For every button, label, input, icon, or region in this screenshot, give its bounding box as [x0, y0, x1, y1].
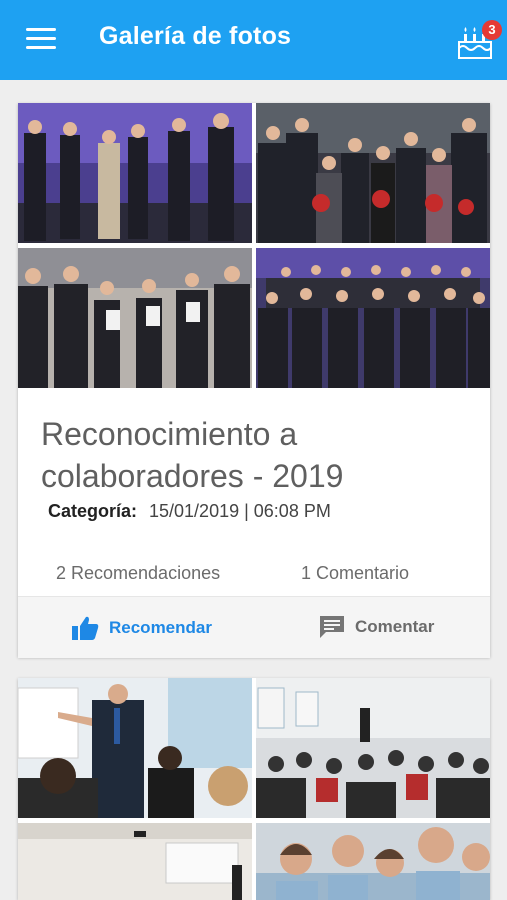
recommend-button[interactable]: Recomendar: [71, 615, 212, 641]
large-group-stage-photo[interactable]: [256, 248, 490, 388]
comments-count[interactable]: 1 Comentario: [301, 563, 409, 584]
app-bar: Galería de fotos 3: [0, 0, 507, 80]
smiling-attendees-photo[interactable]: [256, 823, 490, 900]
presenter-at-whiteboard-photo[interactable]: [18, 678, 252, 818]
birthday-notifications-button[interactable]: 3: [455, 20, 502, 60]
post-actions: Recomendar Comentar: [18, 596, 490, 658]
post-meta: Categoría: 15/01/2019 | 06:08 PM: [48, 501, 331, 522]
recommend-label: Recomendar: [109, 618, 212, 637]
gallery-card: [18, 678, 490, 900]
notification-badge: 3: [482, 20, 502, 40]
comment-button[interactable]: Comentar: [319, 615, 434, 639]
award-recipients-with-certificates-photo[interactable]: [18, 248, 252, 388]
gallery-card: Reconocimiento a colaboradores - 2019 Ca…: [18, 103, 490, 658]
post-date: 15/01/2019 | 06:08 PM: [149, 501, 331, 521]
post-title[interactable]: Reconocimiento a colaboradores - 2019: [41, 413, 471, 497]
award-winners-holding-plaques-photo[interactable]: [256, 103, 490, 243]
comment-icon: [320, 616, 344, 638]
recommendations-count[interactable]: 2 Recomendaciones: [56, 563, 220, 584]
training-room-photo[interactable]: [18, 823, 252, 900]
menu-icon[interactable]: [26, 28, 56, 52]
conference-audience-photo[interactable]: [256, 678, 490, 818]
category-label: Categoría:: [48, 501, 138, 521]
thumbs-up-icon: [72, 616, 99, 640]
award-ceremony-group-photo[interactable]: [18, 103, 252, 243]
comment-label: Comentar: [355, 617, 435, 636]
page-title: Galería de fotos: [99, 22, 292, 50]
